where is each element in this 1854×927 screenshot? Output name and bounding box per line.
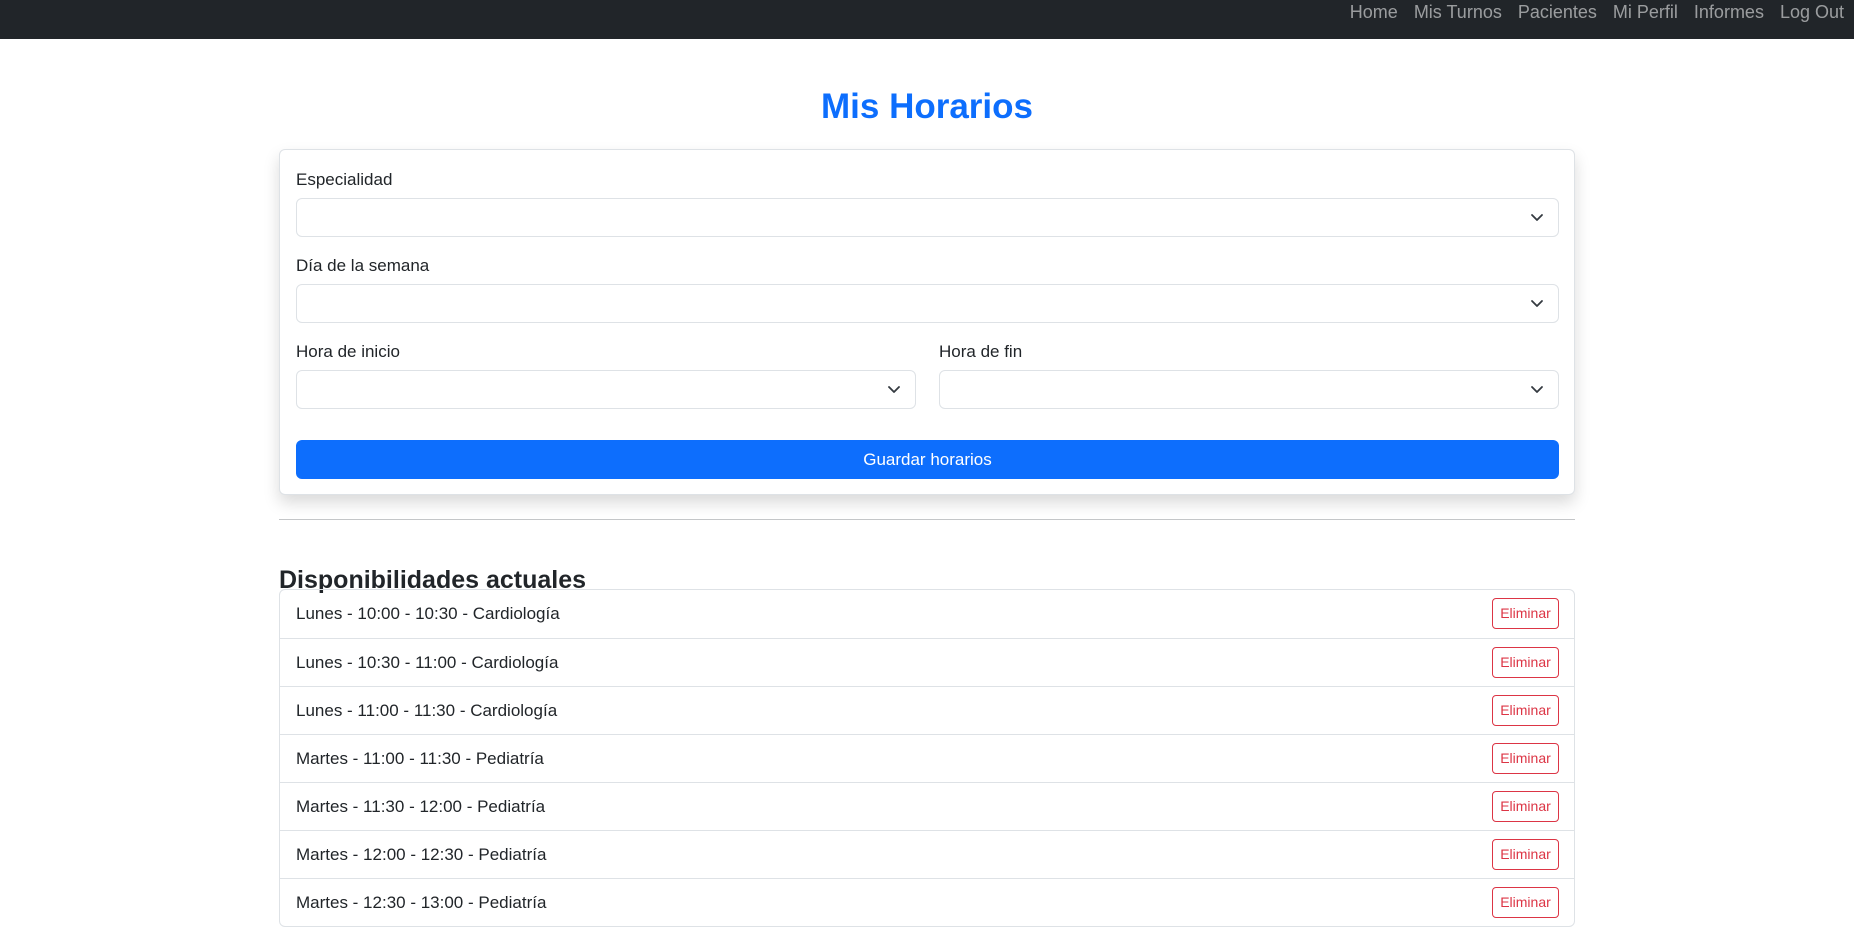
delete-button[interactable]: Eliminar [1492,598,1559,629]
dia-select[interactable] [296,284,1559,323]
availability-list-item: Lunes - 10:30 - 11:00 - Cardiología Elim… [280,638,1574,686]
dia-label: Día de la semana [296,256,430,275]
chevron-down-icon [888,386,900,393]
nav-link-pacientes[interactable]: Pacientes [1518,0,1597,24]
hora-inicio-select[interactable] [296,370,916,409]
nav-link-mis-turnos[interactable]: Mis Turnos [1414,0,1502,24]
delete-button[interactable]: Eliminar [1492,743,1559,774]
delete-button[interactable]: Eliminar [1492,695,1559,726]
hora-fin-label: Hora de fin [939,342,1023,361]
top-navbar: Home Mis Turnos Pacientes Mi Perfil Info… [0,0,1854,39]
availability-item-text: Lunes - 10:00 - 10:30 - Cardiología [296,604,560,623]
schedule-form-card: Especialidad Día de la semana Hora de in… [279,149,1575,495]
delete-button[interactable]: Eliminar [1492,791,1559,822]
delete-button[interactable]: Eliminar [1492,647,1559,678]
availability-item-text: Martes - 11:30 - 12:00 - Pediatría [296,796,546,816]
chevron-down-icon [1531,214,1543,221]
availability-item-text: Martes - 12:00 - 12:30 - Pediatría [296,844,547,864]
chevron-down-icon [1531,300,1543,307]
delete-button[interactable]: Eliminar [1492,887,1559,918]
especialidad-select[interactable] [296,198,1559,237]
availability-list-item: Lunes - 11:00 - 11:30 - Cardiología Elim… [280,686,1574,734]
availability-list-item: Martes - 12:00 - 12:30 - Pediatría Elimi… [280,830,1574,878]
availability-list-item: Martes - 11:30 - 12:00 - Pediatría Elimi… [280,782,1574,830]
page-title: Mis Horarios [821,87,1033,126]
hora-inicio-label: Hora de inicio [296,342,400,361]
section-divider [279,519,1575,520]
availability-list-item: Martes - 11:00 - 11:30 - Pediatría Elimi… [280,734,1574,782]
availability-item-text: Lunes - 10:30 - 11:00 - Cardiología [296,652,559,672]
hora-fin-select[interactable] [939,370,1559,409]
availability-list: Lunes - 10:00 - 10:30 - Cardiología Elim… [279,589,1575,927]
chevron-down-icon [1531,386,1543,393]
availability-item-text: Lunes - 11:00 - 11:30 - Cardiología [296,700,558,720]
availability-list-item: Lunes - 10:00 - 10:30 - Cardiología Elim… [280,590,1574,638]
nav-link-mi-perfil[interactable]: Mi Perfil [1613,0,1678,24]
save-schedule-button[interactable]: Guardar horarios [296,440,1559,479]
nav-link-informes[interactable]: Informes [1694,0,1764,24]
nav-link-home[interactable]: Home [1350,0,1398,24]
availability-list-item: Martes - 12:30 - 13:00 - Pediatría Elimi… [280,878,1574,926]
especialidad-label: Especialidad [296,170,393,189]
nav-link-log-out[interactable]: Log Out [1780,0,1844,24]
availability-item-text: Martes - 11:00 - 11:30 - Pediatría [296,748,544,768]
delete-button[interactable]: Eliminar [1492,839,1559,870]
